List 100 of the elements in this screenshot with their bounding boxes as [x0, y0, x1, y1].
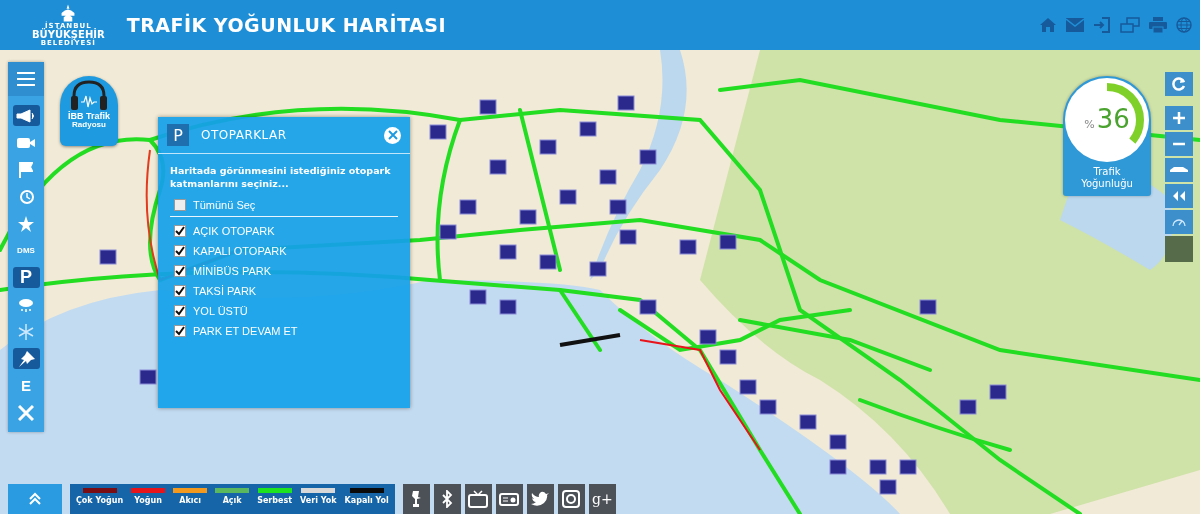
parking-marker[interactable] — [619, 229, 637, 245]
parking-marker[interactable] — [499, 299, 517, 315]
parking-marker[interactable] — [869, 459, 887, 475]
zoom-out-button[interactable] — [1165, 132, 1193, 156]
sidebar-item[interactable]: E — [12, 375, 40, 396]
gauge-label: Trafik Yoğunluğu — [1080, 166, 1134, 189]
parking-marker[interactable] — [799, 414, 817, 430]
close-button[interactable] — [384, 126, 401, 144]
tools-icon — [18, 404, 34, 421]
receiver-icon — [499, 492, 520, 506]
camera-icon — [17, 136, 35, 149]
expand-button[interactable] — [8, 484, 62, 514]
parking-marker[interactable] — [499, 244, 517, 260]
parking-marker[interactable] — [617, 95, 635, 111]
logo-text: BÜYÜKŞEHİR — [32, 30, 105, 40]
snowflake-icon — [18, 323, 34, 340]
parking-marker[interactable] — [739, 379, 757, 395]
parking-marker[interactable] — [539, 254, 557, 270]
collapse-button[interactable] — [1165, 184, 1193, 208]
layer-checkbox[interactable]: KAPALI OTOPARK — [174, 240, 394, 261]
parking-marker[interactable] — [429, 124, 447, 140]
parking-marker[interactable] — [589, 261, 607, 277]
google-plus-button[interactable]: g+ — [588, 484, 616, 514]
panel-description: Haritada görünmesini istediğiniz otopark katmanlarını seçiniz... — [170, 164, 392, 191]
twitter-button[interactable] — [526, 484, 554, 514]
minus-icon — [1173, 142, 1185, 146]
bluetooth-icon — [441, 490, 454, 508]
percent-sign: % — [1084, 118, 1095, 131]
legend-label: Yoğun — [134, 496, 162, 505]
car-button[interactable] — [1165, 158, 1193, 182]
parking-marker[interactable] — [759, 399, 777, 415]
refresh-icon — [1172, 77, 1186, 91]
parking-marker[interactable] — [959, 399, 977, 415]
layer-checkbox[interactable]: TAKSİ PARK — [174, 280, 394, 301]
parking-marker[interactable] — [719, 234, 737, 250]
parking-marker[interactable] — [639, 299, 657, 315]
parking-marker[interactable] — [989, 384, 1007, 400]
density-value: 36 — [1096, 104, 1130, 134]
sidebar-pin-button[interactable] — [12, 348, 40, 369]
history-icon — [18, 188, 34, 205]
bluetooth-button[interactable] — [433, 484, 461, 514]
parking-marker[interactable] — [829, 434, 847, 450]
parking-marker[interactable] — [459, 199, 477, 215]
page-title: TRAFİK YOĞUNLUK HARİTASI — [126, 14, 447, 36]
parking-marker[interactable] — [139, 369, 157, 385]
menu-button[interactable] — [8, 62, 44, 96]
parking-marker[interactable] — [899, 459, 917, 475]
parking-marker[interactable] — [599, 169, 617, 185]
rain-cloud-icon — [18, 296, 34, 313]
check-icon — [175, 305, 185, 316]
parking-marker[interactable] — [489, 159, 507, 175]
plus-icon — [1173, 112, 1185, 124]
sidebar-item[interactable]: DMS — [12, 240, 40, 261]
statue-button[interactable] — [402, 484, 430, 514]
parking-marker[interactable] — [519, 209, 537, 225]
bird-icon — [530, 491, 551, 507]
layer-checkbox[interactable]: PARK ET DEVAM ET — [174, 320, 394, 341]
parking-marker[interactable] — [679, 239, 697, 255]
double-chevron-icon — [1172, 191, 1186, 201]
sidebar-parking-button[interactable]: P — [12, 267, 40, 288]
parking-marker[interactable] — [829, 459, 847, 475]
legend-label: Akıcı — [179, 496, 202, 505]
sidebar-megaphone-button[interactable] — [12, 105, 40, 126]
speedometer-button[interactable] — [1165, 210, 1193, 234]
close-icon — [387, 130, 398, 140]
parking-marker[interactable] — [609, 199, 627, 215]
legend-label: Serbest — [257, 496, 293, 505]
parking-marker[interactable] — [639, 149, 657, 165]
parking-marker[interactable] — [879, 479, 897, 495]
tv-button[interactable] — [464, 484, 492, 514]
megaphone-icon — [16, 108, 36, 123]
receiver-button[interactable] — [495, 484, 523, 514]
parking-marker[interactable] — [919, 299, 937, 315]
parking-marker[interactable] — [439, 224, 457, 240]
parking-marker[interactable] — [579, 121, 597, 137]
menu-icon — [17, 72, 35, 86]
select-all-checkbox[interactable]: Tümünü Seç — [174, 194, 394, 215]
parking-marker[interactable] — [719, 349, 737, 365]
parking-marker[interactable] — [99, 249, 117, 265]
legend-label: Açık — [222, 496, 242, 505]
layer-checkbox[interactable]: AÇIK OTOPARK — [174, 220, 394, 241]
star-icon — [18, 215, 34, 232]
legend-label: Veri Yok — [300, 496, 337, 505]
zoom-in-button[interactable] — [1165, 106, 1193, 130]
legend-label: Kapalı Yol — [344, 496, 389, 505]
check-icon — [175, 245, 185, 256]
headphones-icon — [69, 80, 109, 112]
flag-icon — [19, 161, 33, 178]
check-icon — [175, 225, 185, 236]
car-icon — [1169, 166, 1189, 174]
parking-marker[interactable] — [469, 289, 487, 305]
parking-marker[interactable] — [539, 139, 557, 155]
refresh-button[interactable] — [1165, 72, 1193, 96]
parking-marker[interactable] — [479, 99, 497, 115]
parking-marker[interactable] — [559, 189, 577, 205]
traffic-broadcast-button[interactable]: İBB Trafik Radyosu — [60, 76, 118, 146]
instagram-button[interactable] — [557, 484, 585, 514]
layer-checkbox[interactable]: YOL ÜSTÜ — [174, 300, 394, 321]
layer-checkbox[interactable]: MİNİBÜS PARK — [174, 260, 394, 281]
parking-marker[interactable] — [699, 329, 717, 345]
